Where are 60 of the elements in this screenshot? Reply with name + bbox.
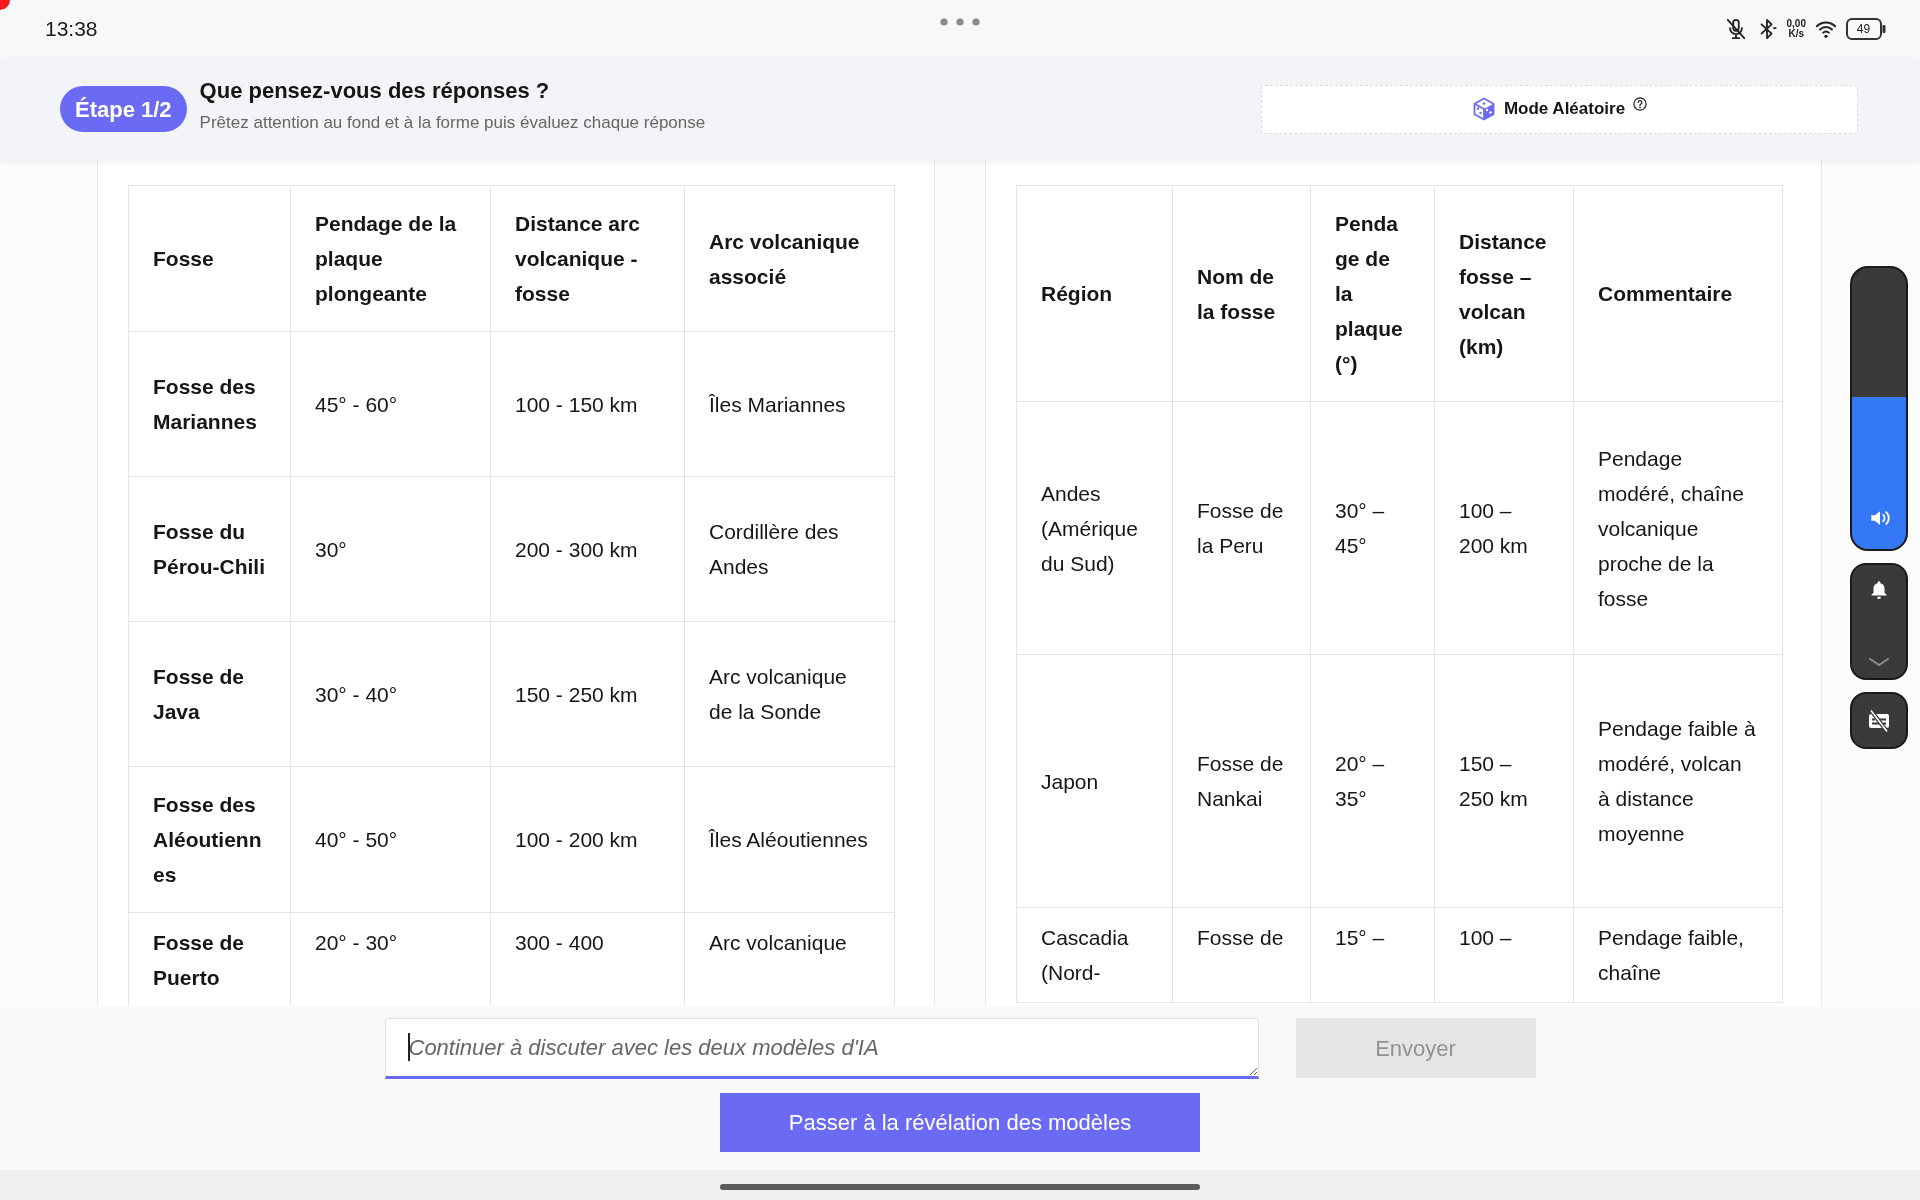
table-cell: Japon — [1016, 654, 1173, 908]
question-subtitle: Prêtez attention au fond et à la forme puis évaluez chaque réponse — [199, 112, 706, 134]
network-speed: 0,00 — [1786, 19, 1806, 29]
table-cell: Arc volcanique de la Sonde — [684, 621, 895, 767]
table-cell: 150 – 250 km — [1434, 654, 1574, 908]
row-header: Fosse de Java — [128, 621, 291, 767]
question-title: Que pensez-vous des réponses ? — [199, 77, 551, 105]
battery-indicator: 49 — [1846, 18, 1886, 40]
wifi-icon — [1815, 18, 1837, 40]
table-cell: 30° - 40° — [290, 621, 491, 767]
bell-icon[interactable] — [1868, 579, 1890, 601]
row-header: Fosse du Pérou-Chili — [128, 476, 291, 622]
table-cell: 150 - 250 km — [490, 621, 685, 767]
table-cell: Pendage faible à modéré, volcan à distance moyenne — [1573, 654, 1783, 908]
table-cell: 40° - 50° — [290, 766, 491, 913]
help-icon[interactable] — [1633, 96, 1648, 111]
volume-slider[interactable] — [1850, 266, 1908, 551]
table-cell: Fosse de la Peru — [1172, 401, 1311, 655]
clock-time: 13:38 — [44, 16, 98, 40]
table-cell: 45° - 60° — [290, 331, 491, 477]
row-header: Fosse des Aléoutiennes — [128, 766, 291, 913]
table-cell: Andes (Amérique du Sud) — [1016, 401, 1173, 655]
column-header: Distance arc volcanique - fosse — [490, 185, 685, 332]
mic-off-icon — [1724, 18, 1747, 40]
step-label: Étape 1/2 — [60, 86, 187, 132]
column-header: Commentaire — [1573, 185, 1783, 402]
table-cell: Îles Aléoutiennes — [684, 766, 895, 913]
table-cell: Fosse de — [1172, 907, 1311, 1003]
chat-input[interactable]: Continuer à discuter avec les deux modèles d'IA — [384, 1018, 1259, 1079]
captions-off-icon — [1867, 708, 1891, 733]
table-cell: 30° — [290, 476, 491, 622]
column-header: Nom de la fosse — [1172, 185, 1311, 402]
table-cell: Pendage modéré, chaîne volcanique proche de la fosse — [1573, 401, 1783, 655]
table-cell: 100 – — [1434, 907, 1574, 1003]
column-header: Arc volcanique associé — [684, 185, 895, 332]
column-header: Fosse — [128, 185, 291, 332]
column-header: Pendage de la plaque plongeante — [290, 185, 491, 332]
table-cell: Cordillère des Andes — [684, 476, 895, 622]
table-cell: 30° – 45° — [1310, 401, 1435, 655]
chevron-down-icon[interactable] — [1868, 656, 1890, 668]
random-mode-button[interactable]: Mode Aléatoire — [1261, 84, 1858, 134]
table-cell: 15° – — [1310, 907, 1435, 1003]
table-cell: 100 – 200 km — [1434, 401, 1574, 655]
table-cell: 100 - 150 km — [490, 331, 685, 477]
table-cell: 20° – 35° — [1310, 654, 1435, 908]
table-cell: Fosse de Nankai — [1172, 654, 1311, 908]
table-cell: Pendage faible, chaîne — [1573, 907, 1783, 1003]
network-speed-unit: K/s — [1788, 29, 1805, 39]
table-cell: Cascadia (Nord- — [1016, 907, 1173, 1003]
table-cell: Îles Mariannes — [684, 331, 895, 477]
table-cell: 100 - 200 km — [490, 766, 685, 913]
reveal-models-button[interactable]: Passer à la révélation des modèles — [720, 1093, 1200, 1152]
table-cell: 200 - 300 km — [490, 476, 685, 622]
dice-icon — [1471, 97, 1496, 121]
more-icon[interactable] — [940, 18, 980, 26]
column-header: Distance fosse – volcan (km) — [1434, 185, 1574, 402]
column-header: Pendage de la plaque (°) — [1310, 185, 1435, 402]
captions-off-button[interactable] — [1850, 692, 1908, 749]
column-header: Région — [1016, 185, 1173, 402]
row-header: Fosse des Mariannes — [128, 331, 291, 477]
